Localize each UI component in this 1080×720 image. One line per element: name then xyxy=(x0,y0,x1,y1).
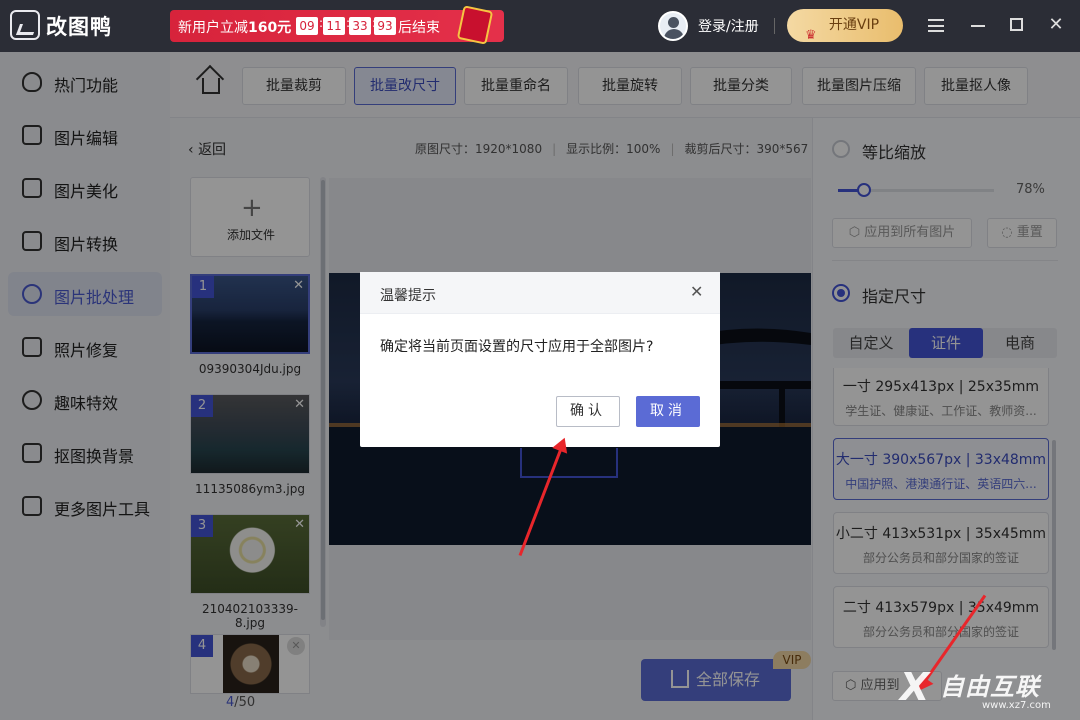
divider xyxy=(774,18,775,34)
dialog-message: 确定将当前页面设置的尺寸应用于全部图片? xyxy=(380,339,654,355)
dialog-header: 温馨提示 ✕ xyxy=(360,272,720,314)
watermark: X 自由互联 www.xz7.com xyxy=(900,663,1080,720)
minimize-icon[interactable] xyxy=(971,25,985,27)
menu-icon[interactable] xyxy=(928,19,944,32)
promo-end-text: 后结束 xyxy=(398,20,440,36)
countdown-minutes: 11 xyxy=(323,17,345,35)
countdown-hours: 09 xyxy=(296,17,318,35)
close-window-icon[interactable]: ✕ xyxy=(1044,13,1068,37)
countdown-seconds: 33 xyxy=(349,17,371,35)
confirm-dialog: 温馨提示 ✕ 确定将当前页面设置的尺寸应用于全部图片? 确认 取消 xyxy=(360,272,720,447)
promo-text: 新用户立减160元 xyxy=(178,20,292,36)
watermark-text: 自由互联 xyxy=(940,673,1040,701)
title-bar: 改图鸭 新用户立减160元 09 : 11 : 33 : 93 后结束 登录/注… xyxy=(0,0,1080,52)
countdown-centis: 93 xyxy=(374,17,396,35)
maximize-icon[interactable] xyxy=(1010,18,1023,31)
vip-button[interactable]: ♛ 开通VIP xyxy=(787,9,903,43)
dialog-title: 温馨提示 xyxy=(380,288,436,304)
app-logo-icon xyxy=(10,10,40,40)
crown-icon: ♛ xyxy=(805,28,817,43)
vip-button-label: 开通VIP xyxy=(828,17,880,33)
cancel-button[interactable]: 取消 xyxy=(636,396,700,427)
close-icon[interactable]: ✕ xyxy=(690,282,703,301)
avatar[interactable] xyxy=(658,11,688,41)
confirm-button[interactable]: 确认 xyxy=(556,396,620,427)
login-link[interactable]: 登录/注册 xyxy=(698,16,759,36)
promo-banner[interactable]: 新用户立减160元 09 : 11 : 33 : 93 后结束 xyxy=(170,5,504,45)
app-name: 改图鸭 xyxy=(46,15,112,39)
red-envelope-icon xyxy=(456,5,494,45)
watermark-logo-icon: X xyxy=(900,665,930,709)
watermark-url: www.xz7.com xyxy=(982,700,1051,711)
